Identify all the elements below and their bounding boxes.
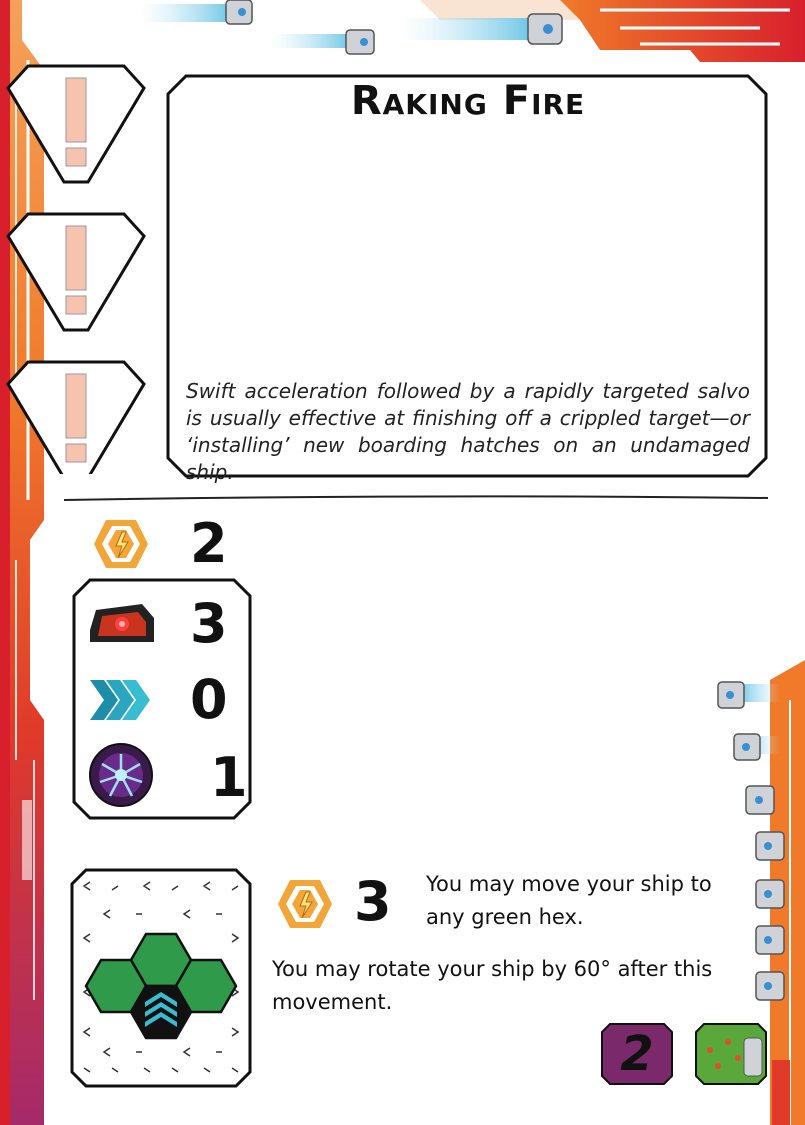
level-badge: 2 <box>600 1022 674 1086</box>
cost-value: 2 <box>190 512 228 575</box>
ability-cost: 3 <box>354 870 392 933</box>
damage-markers <box>6 64 146 474</box>
level-value: 2 <box>620 1026 654 1082</box>
damage-marker <box>6 212 146 332</box>
energy-icon <box>94 520 148 568</box>
terrain-icon <box>695 1023 767 1085</box>
card-title: Raking Fire <box>350 78 586 124</box>
hex-movement-grid <box>70 868 252 1088</box>
speed-value: 0 <box>190 668 228 731</box>
energy-icon <box>278 880 332 928</box>
chevrons-icon <box>90 680 150 720</box>
damage-marker <box>6 64 146 184</box>
damage-marker <box>6 360 146 474</box>
ability-text-1: You may move your ship to any green hex. <box>426 872 712 929</box>
damage-value: 3 <box>190 592 228 655</box>
ability-text-2: You may rotate your ship by 60° after th… <box>272 957 713 1014</box>
boarding-icon <box>89 743 153 807</box>
divider <box>64 495 768 501</box>
weapon-icon <box>90 604 154 642</box>
flavor-text: Swift acceleration followed by a rapidly… <box>186 379 750 484</box>
boarding-value: 1 <box>210 746 248 809</box>
